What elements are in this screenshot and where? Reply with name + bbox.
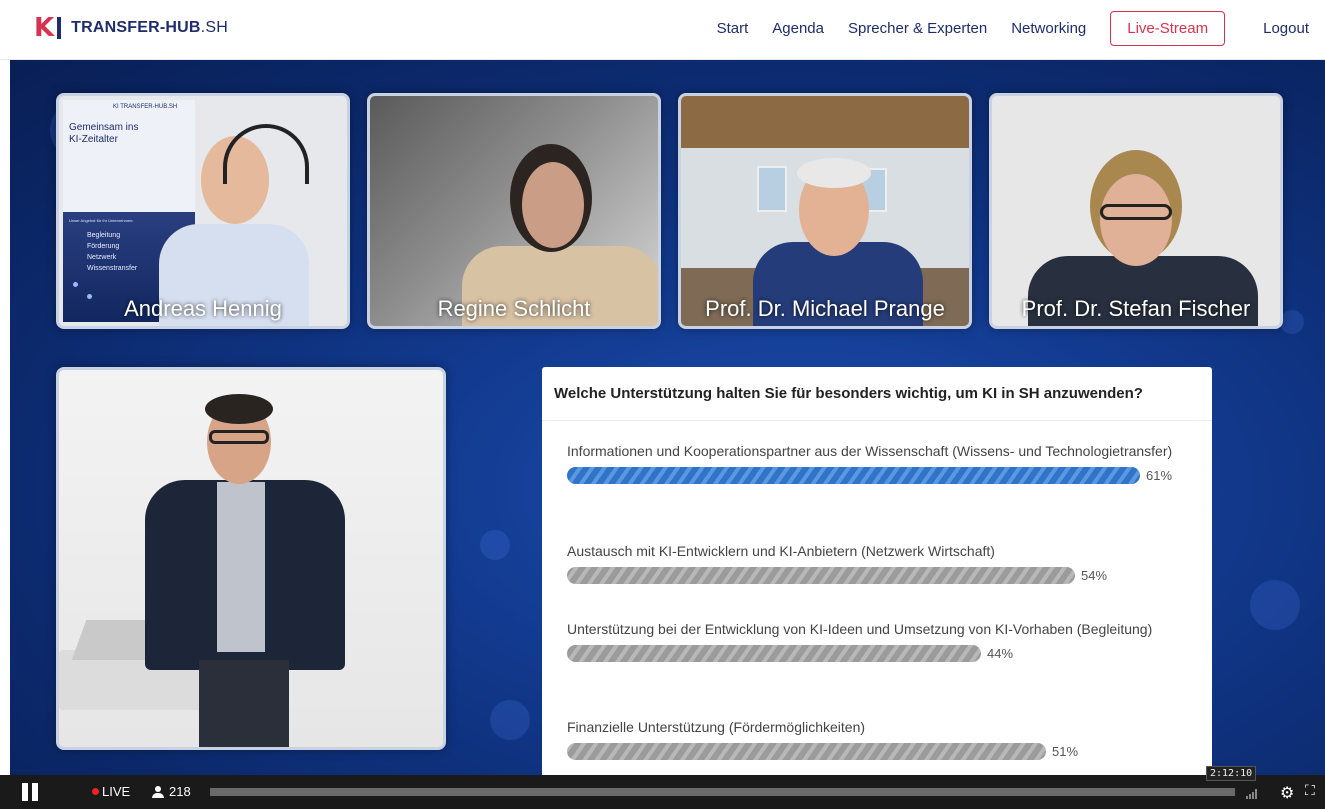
video-tile-stefan-fischer[interactable]: Prof. Dr. Stefan Fischer (989, 93, 1283, 329)
participant-name: Prof. Dr. Michael Prange (705, 296, 945, 321)
seek-bar[interactable] (210, 788, 1235, 796)
moderator-trousers (199, 660, 289, 747)
poll-option: Unterstützung bei der Entwicklung von KI… (567, 619, 1192, 662)
poll-percent: 54% (1081, 568, 1108, 583)
ki-logo-mark: K (34, 13, 62, 43)
participant-head (1100, 174, 1172, 266)
brand-logo[interactable]: K TRANSFER-HUB.SH (34, 13, 228, 43)
glasses-icon (1100, 204, 1172, 220)
pause-icon[interactable] (22, 783, 46, 801)
wooden-cabinets (681, 96, 969, 148)
user-icon (152, 785, 164, 798)
poll-percent: 61% (1146, 468, 1173, 483)
bokeh-light (480, 530, 510, 560)
participant-name: Andreas Hennig (124, 296, 282, 321)
signal-icon[interactable] (1246, 789, 1258, 799)
live-indicator[interactable]: LIVE (92, 784, 130, 799)
site-header: K TRANSFER-HUB.SH Start Agenda Sprecher … (0, 0, 1325, 60)
participant-name: Prof. Dr. Stefan Fischer (1021, 296, 1251, 321)
poll-bar (567, 645, 981, 662)
poll-percent: 51% (1052, 744, 1079, 759)
banner-headline-2: KI-Zeitalter (69, 134, 118, 145)
glasses-icon (209, 430, 269, 444)
seek-bar-fill (210, 788, 1235, 796)
banner-logo: KI TRANSFER-HUB.SH (113, 104, 178, 110)
banner-headline-1: Gemeinsam ins (69, 122, 139, 133)
banner-bullet: Begleitung (87, 232, 121, 239)
viewer-count: 218 (152, 784, 191, 799)
poll-bar (567, 743, 1046, 760)
poll-panel: Welche Unterstützung halten Sie für beso… (542, 367, 1212, 775)
live-label: LIVE (102, 784, 131, 799)
banner-bullet: Förderung (87, 243, 120, 250)
nav-live-stream-button[interactable]: Live-Stream (1110, 10, 1226, 46)
pause-icon-bar (22, 783, 28, 801)
moderator-hair (205, 394, 273, 424)
pause-icon-bar (32, 783, 38, 801)
participant-hair (797, 158, 871, 188)
viewer-count-value: 218 (169, 784, 191, 799)
poll-question: Welche Unterstützung halten Sie für beso… (542, 367, 1212, 421)
nav-logout[interactable]: Logout (1263, 20, 1309, 37)
participant-name: Regine Schlicht (437, 296, 591, 321)
poll-bar-row: 54% (567, 567, 1192, 584)
live-dot-icon (92, 788, 99, 795)
nav-agenda[interactable]: Agenda (772, 20, 824, 37)
ki-logo-bar (57, 17, 62, 39)
poll-option: Finanzielle Unterstützung (Fördermöglich… (567, 717, 1192, 760)
nav-speakers[interactable]: Sprecher & Experten (848, 20, 987, 37)
brand-name: TRANSFER-HUB.SH (71, 19, 228, 37)
poll-option-label: Informationen und Kooperationspartner au… (567, 443, 1173, 459)
poll-percent: 44% (987, 646, 1014, 661)
video-tile-moderator[interactable] (56, 367, 446, 750)
poll-option: Austausch mit KI-Entwicklern und KI-Anbi… (567, 541, 1192, 584)
video-player-controls: LIVE 218 ⚙ ⛶ (0, 775, 1325, 809)
poll-option-label: Austausch mit KI-Entwicklern und KI-Anbi… (567, 543, 995, 559)
signal-bar (1252, 792, 1254, 799)
banner-bullet: Netzwerk (87, 254, 117, 261)
main-nav: Start Agenda Sprecher & Experten Network… (693, 10, 1309, 46)
moderator-shirt (217, 482, 265, 652)
fullscreen-icon[interactable]: ⛶ (1305, 783, 1315, 799)
participant-head (522, 162, 584, 248)
poll-option-label: Unterstützung bei der Entwicklung von KI… (567, 621, 1153, 637)
video-tile-andreas-hennig[interactable]: KI TRANSFER-HUB.SH Gemeinsam ins KI-Zeit… (56, 93, 350, 329)
signal-bar (1249, 794, 1251, 799)
video-tile-regine-schlicht[interactable]: Regine Schlicht (367, 93, 661, 329)
poll-bar-row: 51% (567, 743, 1192, 760)
video-stage[interactable]: KI TRANSFER-HUB.SH Gemeinsam ins KI-Zeit… (10, 60, 1325, 775)
ki-logo-k: K (34, 13, 55, 43)
wall-picture (757, 166, 787, 212)
gear-icon[interactable]: ⚙ (1280, 783, 1294, 802)
banner-dot (73, 282, 78, 287)
nav-networking[interactable]: Networking (1011, 20, 1086, 37)
bokeh-light (490, 700, 530, 740)
poll-bar-row: 61% (567, 467, 1192, 484)
poll-option-label: Finanzielle Unterstützung (Fördermöglich… (567, 719, 866, 735)
brand-suffix: .SH (200, 19, 228, 36)
banner-intro: Unser Angebot für Ihr Unternehmen: (69, 218, 134, 223)
video-tile-michael-prange[interactable]: Prof. Dr. Michael Prange (678, 93, 972, 329)
poll-bar (567, 467, 1140, 484)
seek-time-tooltip: 2:12:10 (1206, 766, 1257, 781)
poll-option: Informationen und Kooperationspartner au… (567, 441, 1192, 484)
bokeh-light (1280, 310, 1304, 334)
brand-name-text: TRANSFER-HUB (71, 19, 201, 36)
nav-start[interactable]: Start (717, 20, 749, 37)
signal-bar (1255, 789, 1257, 799)
poll-bar-row: 44% (567, 645, 1192, 662)
signal-bar (1246, 796, 1248, 799)
headset-icon (223, 124, 309, 184)
banner-bullet: Wissenstransfer (87, 265, 138, 272)
poll-bar (567, 567, 1075, 584)
bokeh-light (1250, 580, 1300, 630)
